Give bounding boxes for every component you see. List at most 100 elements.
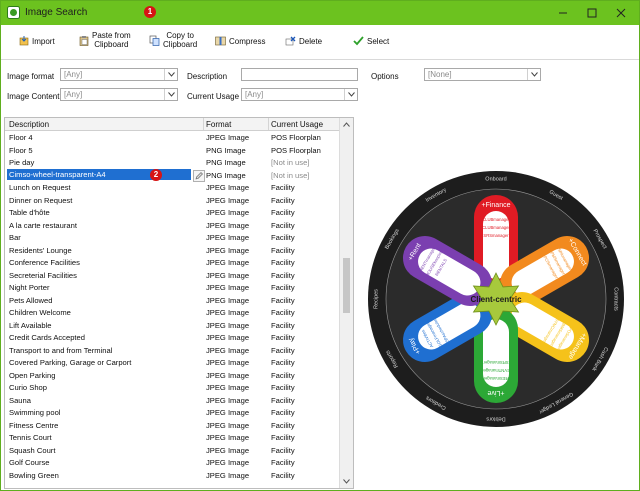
petal-title: +Live bbox=[487, 389, 504, 396]
row-current-usage: Facility bbox=[271, 433, 295, 442]
row-current-usage: Facility bbox=[271, 220, 295, 230]
table-row[interactable]: Sauna JPEG Image Facility bbox=[5, 394, 339, 407]
vertical-scrollbar[interactable] bbox=[339, 118, 353, 488]
minimize-button[interactable] bbox=[547, 3, 579, 23]
import-button[interactable]: Import bbox=[19, 36, 55, 46]
row-description: A la carte restaurant bbox=[9, 220, 77, 230]
table-row[interactable]: Secreterial Facilities JPEG Image Facility bbox=[5, 269, 339, 282]
row-current-usage: Facility bbox=[271, 408, 295, 417]
column-divider[interactable] bbox=[203, 118, 204, 130]
table-row[interactable]: Pets Allowed JPEG Image Facility bbox=[5, 294, 339, 307]
chevron-down-icon[interactable] bbox=[527, 69, 540, 80]
table-row[interactable]: Open Parking JPEG Image Facility bbox=[5, 369, 339, 382]
column-header-format[interactable]: Format bbox=[206, 120, 231, 129]
table-row[interactable]: Curio Shop JPEG Image Facility bbox=[5, 381, 339, 394]
row-format: JPEG Image bbox=[206, 358, 250, 367]
close-button[interactable] bbox=[605, 3, 637, 23]
table-row[interactable]: Floor 5 PNG Image POS Floorplan bbox=[5, 144, 339, 157]
options-select[interactable]: [None] bbox=[424, 68, 541, 81]
table-row[interactable]: Conference Facilities JPEG Image Facility bbox=[5, 256, 339, 269]
table-row[interactable]: Cimso-wheel-transparent-A4 PNG Image [Not … bbox=[5, 168, 339, 182]
table-row[interactable]: Covered Parking, Garage or Carport JPEG I… bbox=[5, 356, 339, 369]
row-current-usage: Facility bbox=[271, 345, 295, 355]
delete-icon bbox=[285, 36, 296, 46]
row-description: Pie day bbox=[9, 158, 35, 167]
maximize-icon bbox=[587, 8, 597, 18]
ring-label: Recipes bbox=[373, 289, 379, 309]
table-row[interactable]: Children Welcome JPEG Image Facility bbox=[5, 306, 339, 319]
image-format-select[interactable]: [Any] bbox=[60, 68, 178, 81]
table-row[interactable]: Dinner on Request JPEG Image Facility bbox=[5, 194, 339, 207]
table-row[interactable]: Bowling Green JPEG Image Facility bbox=[5, 469, 339, 482]
description-input[interactable] bbox=[241, 68, 358, 81]
column-divider[interactable] bbox=[268, 118, 269, 130]
options-value: [None] bbox=[428, 70, 452, 79]
table-row[interactable]: Lift Available JPEG Image Facility bbox=[5, 319, 339, 332]
row-format: JPEG Image bbox=[206, 208, 250, 217]
row-description: Tennis Court bbox=[9, 433, 52, 442]
image-content-label: Image Content bbox=[7, 92, 60, 101]
select-button[interactable]: Select bbox=[353, 36, 389, 46]
annotation-badge-1: 1 bbox=[144, 6, 156, 18]
window-title: Image Search bbox=[25, 7, 88, 18]
row-current-usage: Facility bbox=[271, 333, 295, 342]
row-description: Residents' Lounge bbox=[9, 245, 72, 255]
chevron-down-icon[interactable] bbox=[164, 89, 177, 100]
row-description: Fitness Centre bbox=[9, 420, 59, 430]
row-current-usage: POS Floorplan bbox=[271, 133, 321, 142]
table-row[interactable]: Night Porter JPEG Image Facility bbox=[5, 281, 339, 294]
table-row[interactable]: Floor 4 JPEG Image POS Floorplan bbox=[5, 131, 339, 144]
petal-item: SRSmanager bbox=[483, 233, 509, 238]
delete-button[interactable]: Delete bbox=[285, 36, 322, 46]
scroll-down-icon[interactable] bbox=[343, 479, 350, 484]
row-format: JPEG Image bbox=[206, 408, 250, 417]
table-row[interactable]: Golf Course JPEG Image Facility bbox=[5, 456, 339, 469]
chevron-down-icon[interactable] bbox=[344, 89, 357, 100]
maximize-button[interactable] bbox=[576, 3, 608, 23]
annotation-badge-2: 2 bbox=[150, 168, 162, 181]
row-format: JPEG Image bbox=[206, 245, 250, 255]
column-header-current-usage[interactable]: Current Usage bbox=[271, 120, 323, 129]
import-icon bbox=[19, 36, 29, 46]
row-format: JPEG Image bbox=[206, 308, 250, 317]
table-row[interactable]: Fitness Centre JPEG Image Facility bbox=[5, 419, 339, 432]
column-header-description[interactable]: Description bbox=[9, 120, 49, 129]
scroll-up-icon[interactable] bbox=[343, 122, 350, 127]
cimso-wheel-image: OnboardGuestProspectContractsCash BankGe… bbox=[368, 171, 624, 427]
table-row[interactable]: Bar JPEG Image Facility bbox=[5, 231, 339, 244]
paste-from-clipboard-button[interactable]: Paste from Clipboard bbox=[79, 31, 131, 49]
current-usage-select[interactable]: [Any] bbox=[241, 88, 358, 101]
edit-pencil-icon[interactable] bbox=[193, 169, 205, 182]
table-row[interactable]: Lunch on Request JPEG Image Facility bbox=[5, 181, 339, 194]
row-description: Credit Cards Accepted bbox=[9, 333, 85, 342]
image-content-select[interactable]: [Any] bbox=[60, 88, 178, 101]
table-row[interactable]: Table d'hôte JPEG Image Facility bbox=[5, 206, 339, 219]
table-row[interactable]: Tennis Court JPEG Image Facility bbox=[5, 431, 339, 444]
table-row[interactable]: Residents' Lounge JPEG Image Facility bbox=[5, 244, 339, 257]
row-format: JPEG Image bbox=[206, 395, 250, 405]
row-description: Squash Court bbox=[9, 445, 56, 455]
scroll-thumb[interactable] bbox=[343, 258, 350, 313]
row-current-usage: Facility bbox=[271, 458, 295, 467]
row-format: JPEG Image bbox=[206, 383, 250, 392]
table-row[interactable]: Transport to and from Terminal JPEG Image… bbox=[5, 344, 339, 357]
chevron-down-icon[interactable] bbox=[164, 69, 177, 80]
compress-button[interactable]: Compress bbox=[215, 36, 265, 46]
row-current-usage: [Not in use] bbox=[271, 170, 310, 180]
row-format: JPEG Image bbox=[206, 458, 250, 467]
select-label: Select bbox=[367, 36, 390, 46]
description-label: Description bbox=[187, 72, 228, 81]
table-row[interactable]: Pie day PNG Image [Not in use] bbox=[5, 156, 339, 169]
table-row[interactable]: A la carte restaurant JPEG Image Facility bbox=[5, 219, 339, 232]
row-current-usage: Facility bbox=[271, 358, 295, 367]
copy-to-clipboard-button[interactable]: Copy to Clipboard bbox=[149, 31, 197, 49]
title-bar[interactable]: Image Search 1 bbox=[1, 1, 639, 25]
row-description: Table d'hôte bbox=[9, 208, 50, 217]
row-description: Bowling Green bbox=[9, 470, 59, 480]
compress-label: Compress bbox=[229, 36, 266, 46]
table-row[interactable]: Swimming pool JPEG Image Facility bbox=[5, 406, 339, 419]
row-current-usage: Facility bbox=[271, 258, 295, 267]
table-row[interactable]: Credit Cards Accepted JPEG Image Facility bbox=[5, 331, 339, 344]
row-format: JPEG Image bbox=[206, 283, 250, 292]
table-row[interactable]: Squash Court JPEG Image Facility bbox=[5, 444, 339, 457]
